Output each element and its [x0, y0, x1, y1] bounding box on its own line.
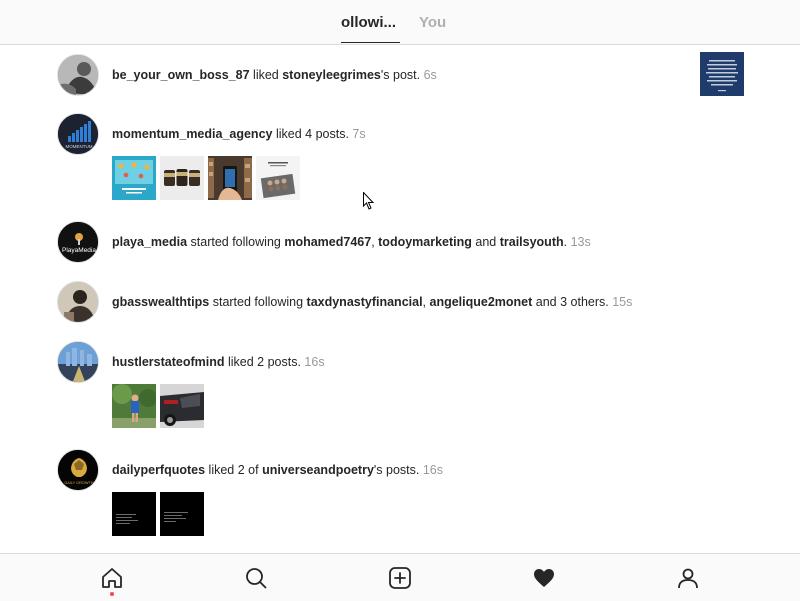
feed-1-seg-0[interactable]: momentum_media_agency — [112, 127, 272, 141]
feed-5-seg-0[interactable]: dailyperfquotes — [112, 463, 205, 477]
mouse-cursor-icon — [363, 191, 375, 210]
feed-1-seg-1: liked 4 posts. — [272, 127, 353, 141]
activity-item: hustlerstateofmind liked 2 posts. 16s — [0, 339, 800, 429]
post-thumbnail[interactable] — [700, 52, 744, 96]
feed-2-seg-1: started following — [187, 235, 285, 249]
avatar[interactable]: DAILY GROWTH — [57, 449, 99, 491]
profile-icon[interactable] — [676, 566, 700, 590]
activity-item: be_your_own_boss_87 liked stoneyleegrime… — [0, 52, 800, 96]
timestamp: 16s — [422, 463, 443, 477]
feed-2-seg-0[interactable]: playa_media — [112, 235, 187, 249]
avatar[interactable]: PlayaMedia — [57, 221, 99, 263]
tab-you[interactable]: You — [419, 14, 446, 31]
activity-text: hustlerstateofmind liked 2 posts. 16s — [112, 355, 325, 369]
post-thumbnail[interactable] — [208, 156, 252, 200]
search-icon[interactable] — [244, 566, 268, 590]
activity-item: gbasswealthtips started following taxdyn… — [0, 281, 800, 325]
post-thumbnail[interactable] — [112, 384, 156, 428]
timestamp: 6s — [423, 68, 437, 82]
feed-5-seg-2[interactable]: universeandpoetry — [262, 463, 374, 477]
feed-2-seg-2[interactable]: mohamed7467 — [284, 235, 371, 249]
feed-3-seg-2[interactable]: taxdynastyfinancial — [307, 295, 423, 309]
avatar[interactable] — [57, 54, 99, 96]
timestamp: 15s — [612, 295, 633, 309]
activity-text: momentum_media_agency liked 4 posts. 7s — [112, 127, 366, 141]
activity-item: PlayaMedia playa_media started following… — [0, 221, 800, 265]
activity-item: DAILY GROWTH dailyperfquotes liked 2 of … — [0, 447, 800, 539]
avatar[interactable] — [57, 341, 99, 383]
feed-4-seg-0[interactable]: hustlerstateofmind — [112, 355, 225, 369]
feed-2-seg-7: . — [563, 235, 571, 249]
tab-following[interactable]: ollowi... — [341, 14, 400, 31]
activity-text: playa_media started following mohamed746… — [112, 235, 591, 249]
feed-5-seg-3: 's posts. — [373, 463, 423, 477]
avatar-label: DAILY GROWTH — [65, 481, 94, 485]
feed-0-seg-3: 's post. — [380, 68, 424, 82]
post-thumbnail[interactable] — [112, 492, 156, 536]
activity-text: gbasswealthtips started following taxdyn… — [112, 295, 632, 309]
home-icon[interactable] — [100, 566, 124, 590]
feed-3-seg-4[interactable]: angelique2monet — [430, 295, 533, 309]
post-thumbnail[interactable] — [256, 156, 300, 200]
feed-3-seg-3: , — [422, 295, 430, 309]
feed-2-seg-5: and — [471, 235, 500, 249]
feed-5-seg-1: liked 2 of — [205, 463, 263, 477]
top-tab-bar: ollowi... You — [0, 0, 800, 45]
post-thumbnail[interactable] — [160, 384, 204, 428]
timestamp: 13s — [570, 235, 591, 249]
feed-0-seg-1: liked — [249, 68, 283, 82]
avatar[interactable]: MOMENTUM — [57, 113, 99, 155]
activity-text: be_your_own_boss_87 liked stoneyleegrime… — [112, 68, 437, 82]
bottom-nav — [0, 553, 800, 601]
post-thumbnail[interactable] — [160, 156, 204, 200]
feed-3-seg-0[interactable]: gbasswealthtips — [112, 295, 209, 309]
timestamp: 16s — [304, 355, 325, 369]
avatar[interactable] — [57, 281, 99, 323]
new-post-icon[interactable] — [388, 566, 412, 590]
notification-dot — [110, 592, 114, 596]
timestamp: 7s — [352, 127, 366, 141]
active-tab-indicator — [341, 42, 400, 43]
avatar-label: MOMENTUM — [66, 144, 93, 149]
activity-feed: be_your_own_boss_87 liked stoneyleegrime… — [0, 45, 800, 553]
feed-2-seg-6[interactable]: trailsyouth — [500, 235, 564, 249]
activity-text: dailyperfquotes liked 2 of universeandpo… — [112, 463, 443, 477]
post-thumbnail[interactable] — [112, 156, 156, 200]
feed-4-seg-1: liked 2 posts. — [224, 355, 305, 369]
feed-3-seg-5: and 3 others. — [532, 295, 613, 309]
feed-0-seg-0[interactable]: be_your_own_boss_87 — [112, 68, 250, 82]
post-thumbnail[interactable] — [160, 492, 204, 536]
feed-2-seg-4[interactable]: todoymarketing — [378, 235, 472, 249]
activity-item: MOMENTUM momentum_media_agency liked 4 p… — [0, 111, 800, 201]
activity-heart-icon[interactable] — [532, 566, 556, 590]
feed-0-seg-2[interactable]: stoneyleegrimes — [282, 68, 381, 82]
avatar-label: PlayaMedia — [62, 247, 96, 254]
feed-3-seg-1: started following — [209, 295, 307, 309]
